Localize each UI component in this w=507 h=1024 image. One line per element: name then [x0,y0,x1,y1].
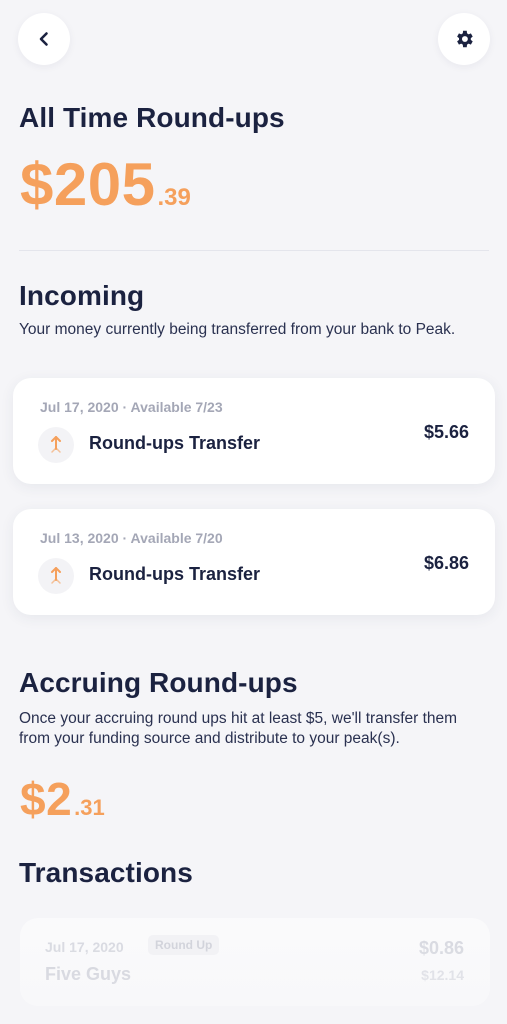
transfer-amount: $6.86 [423,553,469,573]
incoming-description: Your money currently being transferred f… [19,321,456,338]
accruing-amount-main: $2 [20,773,73,825]
transfer-meta: Jul 13, 2020 · Available 7/20 [40,530,223,546]
transfer-meta: Jul 17, 2020 · Available 7/23 [40,399,223,415]
transfer-icon [38,558,74,594]
settings-button[interactable] [438,13,490,65]
transaction-roundup: $0.86 [418,938,464,958]
gear-icon [457,30,473,48]
chevron-left-icon [39,32,48,46]
transaction-card[interactable]: Jul 17, 2020 Round Up Five Guys $0.86 $1… [20,918,490,1006]
transaction-merchant: Five Guys [45,964,132,984]
accruing-amount: $2 .31 [20,772,105,826]
accruing-title: Accruing Round-ups [19,667,298,698]
transaction-total: $12.14 [421,967,464,983]
transaction-badge: Round Up [148,935,220,955]
back-button[interactable] [18,13,70,65]
transactions-title: Transactions [19,857,193,888]
transfer-icon [38,427,74,463]
all-time-amount-main: $205 [20,151,156,218]
transfer-card[interactable]: Jul 13, 2020 · Available 7/20 Round-ups … [13,509,495,615]
all-time-amount-cents: .39 [157,184,191,211]
incoming-title: Incoming [19,280,145,311]
transaction-date: Jul 17, 2020 [45,939,124,955]
transfer-card[interactable]: Jul 17, 2020 · Available 7/23 Round-ups … [13,378,495,484]
divider [19,250,489,251]
accruing-description: Once your accruing round ups hit at leas… [19,710,458,747]
all-time-title: All Time Round-ups [19,102,285,133]
all-time-amount: $205 .39 [20,150,191,219]
accruing-amount-cents: .31 [74,795,105,820]
transfer-title: Round-ups Transfer [89,433,261,453]
transfer-amount: $5.66 [423,422,469,442]
transfer-title: Round-ups Transfer [89,564,261,584]
